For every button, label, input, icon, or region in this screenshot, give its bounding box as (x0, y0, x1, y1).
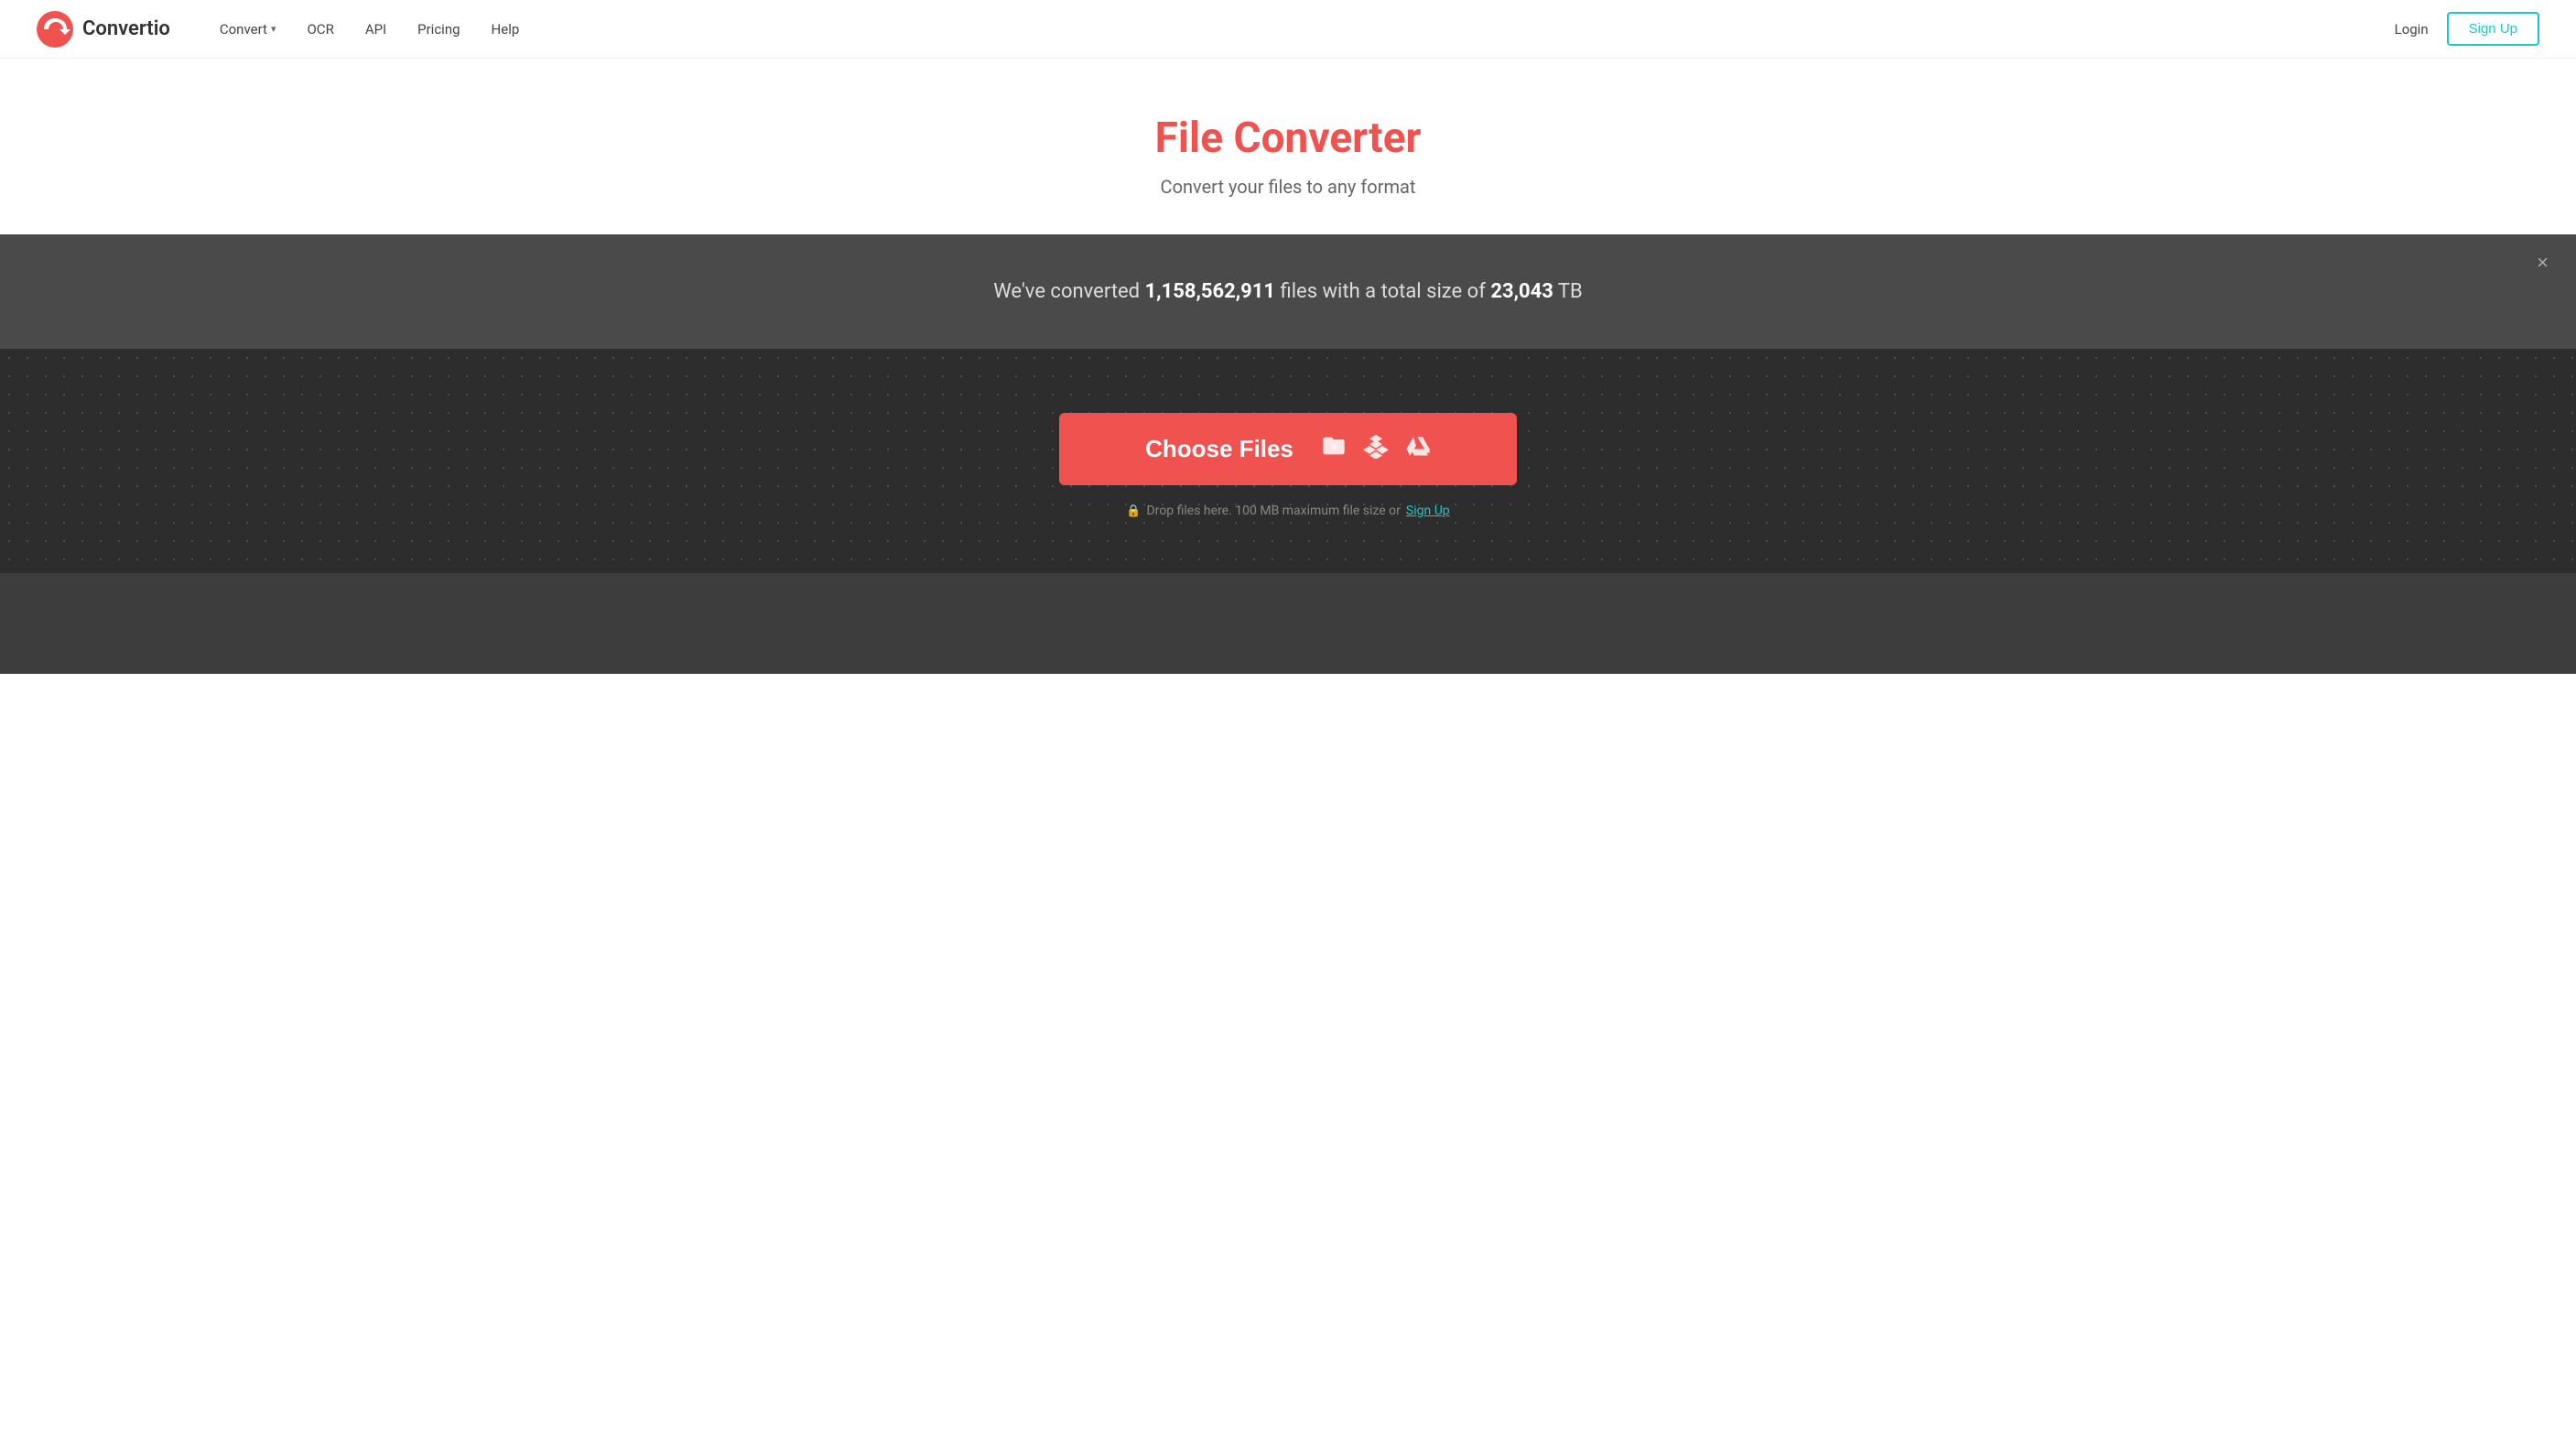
nav-item-convert[interactable]: Convert ▾ (207, 14, 289, 45)
stats-total-size: 23,043 (1490, 280, 1553, 303)
google-drive-icon[interactable] (1405, 433, 1431, 465)
login-link[interactable]: Login (2395, 21, 2429, 38)
drop-signup-link[interactable]: Sign Up (1406, 504, 1450, 518)
stats-prefix: We've converted (993, 280, 1140, 303)
header-actions: Login Sign Up (2395, 12, 2539, 46)
nav-help-label: Help (492, 21, 520, 38)
nav-item-ocr[interactable]: OCR (294, 14, 346, 45)
nav-item-help[interactable]: Help (479, 14, 533, 45)
main-nav: Convert ▾ OCR API Pricing Help (207, 14, 2395, 45)
page-title: File Converter (18, 114, 2558, 163)
main-section: × We've converted 1,158,562,911 files wi… (0, 234, 2576, 674)
nav-item-pricing[interactable]: Pricing (405, 14, 472, 45)
stats-bar: We've converted 1,158,562,911 files with… (0, 234, 2576, 349)
drop-area: Choose Files (0, 349, 2576, 573)
stats-middle: files with a total size of (1281, 280, 1486, 303)
nav-api-label: API (365, 21, 386, 38)
upload-icons (1321, 433, 1431, 465)
header: Convertio Convert ▾ OCR API Pricing Help… (0, 0, 2576, 59)
logo[interactable]: Convertio (37, 11, 170, 48)
folder-icon[interactable] (1321, 433, 1347, 465)
drop-hint: 🔒 Drop files here. 100 MB maximum file s… (1126, 504, 1449, 518)
hero-subtitle: Convert your files to any format (18, 176, 2558, 198)
close-button[interactable]: × (2537, 253, 2549, 273)
lock-icon: 🔒 (1126, 504, 1141, 518)
nav-convert-label: Convert (220, 21, 267, 38)
nav-item-api[interactable]: API (352, 14, 399, 45)
drop-hint-text: Drop files here. 100 MB maximum file siz… (1147, 504, 1401, 518)
choose-files-button[interactable]: Choose Files (1059, 413, 1517, 485)
logo-icon (37, 11, 73, 48)
nav-ocr-label: OCR (307, 21, 333, 38)
logo-text: Convertio (82, 17, 170, 40)
dropbox-icon[interactable] (1363, 433, 1389, 465)
hero-section: File Converter Convert your files to any… (0, 59, 2576, 234)
signup-button[interactable]: Sign Up (2447, 12, 2539, 46)
nav-pricing-label: Pricing (417, 21, 460, 38)
stats-unit: TB (1558, 280, 1583, 303)
choose-files-label: Choose Files (1145, 435, 1293, 463)
chevron-down-icon: ▾ (271, 23, 276, 35)
stats-file-count: 1,158,562,911 (1145, 280, 1275, 303)
